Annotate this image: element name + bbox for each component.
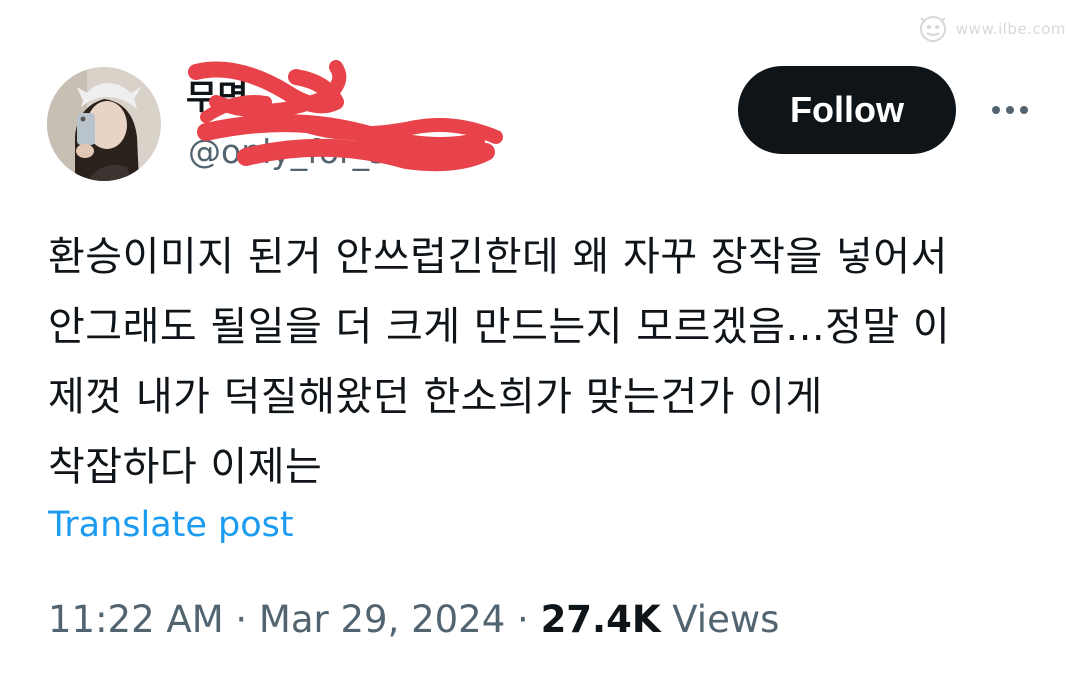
views-count[interactable]: 27.4K bbox=[541, 598, 661, 641]
views-label[interactable]: Views bbox=[672, 598, 779, 641]
post-time[interactable]: 11:22 AM bbox=[48, 598, 224, 641]
more-dot-3 bbox=[1020, 106, 1028, 114]
tweet-line-4: 착잡하다 이제는 bbox=[48, 444, 323, 490]
more-dot-1 bbox=[992, 106, 1000, 114]
watermark-text: www.ilbe.com bbox=[955, 20, 1066, 38]
meta-separator-1: · bbox=[235, 598, 248, 641]
tweet-text: 환승이미지 된거 안쓰럽긴한데 왜 자꾸 장작을 넣어서 안그래도 될일을 더 … bbox=[48, 222, 1048, 502]
follow-button[interactable]: Follow bbox=[738, 66, 956, 154]
tweet-line-2: 안그래도 될일을 더 크게 만드는지 모르겠음...정말 이 bbox=[48, 304, 951, 350]
user-handle[interactable]: @only_for_somie bbox=[188, 132, 468, 171]
avatar-image bbox=[47, 67, 161, 181]
more-dot-2 bbox=[1006, 106, 1014, 114]
display-name[interactable]: 무명 bbox=[186, 70, 249, 119]
tweet-meta: 11:22 AM · Mar 29, 2024 · 27.4K Views bbox=[48, 598, 779, 641]
translate-post-link[interactable]: Translate post bbox=[48, 505, 294, 545]
tweet-line-3: 제껏 내가 덕질해왔던 한소희가 맞는건가 이게 bbox=[48, 374, 823, 420]
meta-separator-2: · bbox=[517, 598, 529, 641]
watermark: www.ilbe.com bbox=[916, 14, 1066, 44]
author-identity[interactable]: 무명 @only_for_somie bbox=[186, 60, 526, 182]
tweet-line-1: 환승이미지 된거 안쓰럽긴한데 왜 자꾸 장작을 넣어서 bbox=[48, 234, 948, 280]
tweet-page: www.ilbe.com 무명 @only_for_somie Follow 환… bbox=[0, 0, 1080, 679]
post-date[interactable]: Mar 29, 2024 bbox=[259, 598, 505, 641]
watermark-logo-icon bbox=[919, 16, 946, 42]
avatar[interactable] bbox=[47, 67, 161, 181]
more-options-icon[interactable] bbox=[980, 90, 1040, 130]
